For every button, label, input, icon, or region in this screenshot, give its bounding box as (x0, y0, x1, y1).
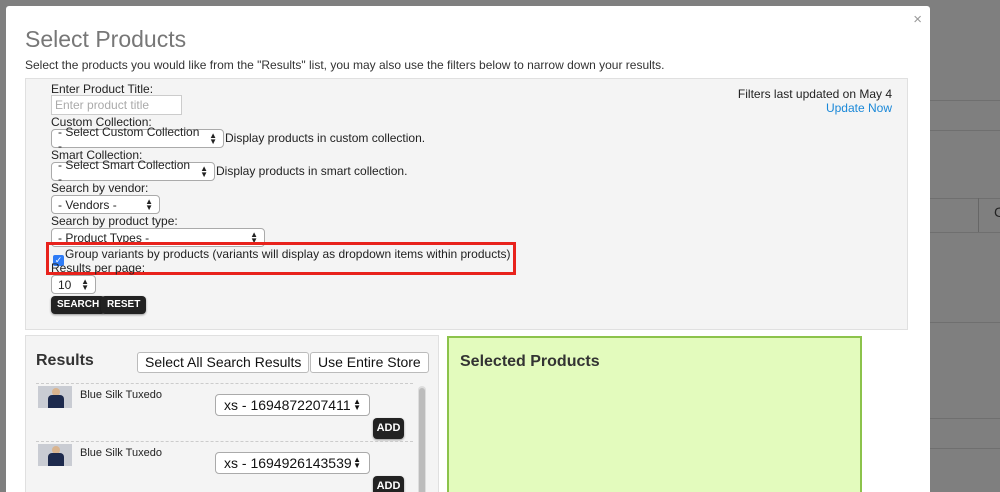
product-type-label: Search by product type: (51, 214, 178, 228)
modal-description: Select the products you would like from … (25, 58, 665, 72)
group-variants-label: Group variants by products (variants wil… (65, 247, 511, 261)
smart-collection-select[interactable]: - Select Smart Collection - ▲ ▼ (51, 158, 215, 186)
product-title-label: Enter Product Title: (51, 82, 154, 96)
bg-divider (930, 322, 1000, 323)
close-icon[interactable]: × (913, 12, 922, 27)
per-page-value: 10 (58, 277, 72, 292)
bg-divider (930, 448, 1000, 449)
select-arrows-icon: ▲ ▼ (353, 397, 361, 412)
result-product-name: Blue Silk Tuxedo (80, 447, 162, 459)
result-product-name: Blue Silk Tuxedo (80, 389, 162, 401)
variant-select[interactable]: xs - 1694872207411 ▲ ▼ (215, 394, 370, 416)
smart-collection-hint: Display products in smart collection. (216, 164, 408, 178)
select-all-results-button[interactable]: Select All Search Results (137, 352, 310, 373)
custom-collection-hint: Display products in custom collection. (225, 131, 426, 145)
result-item: Blue Silk Tuxedo xs - 1694872207411 ▲ ▼ A… (36, 383, 413, 441)
vendor-select[interactable]: - Vendors - ▲ ▼ (51, 195, 160, 214)
vendor-label: Search by vendor: (51, 181, 149, 195)
modal-title: Select Products (25, 26, 187, 52)
results-scrollbar[interactable] (418, 386, 426, 492)
use-entire-store-button[interactable]: Use Entire Store (310, 352, 429, 373)
filter-panel: Enter Product Title: Custom Collection: … (25, 78, 908, 330)
select-arrows-icon: ▲ ▼ (353, 455, 361, 470)
variant-value: xs - 1694926143539 (224, 455, 352, 471)
selected-products-panel: Selected Products (447, 336, 862, 492)
add-button[interactable]: ADD (373, 476, 404, 492)
add-button[interactable]: ADD (373, 418, 404, 439)
result-item: Blue Silk Tuxedo xs - 1694926143539 ▲ ▼ A… (36, 441, 413, 492)
product-thumbnail (38, 444, 72, 466)
select-arrows-icon: ▲ ▼ (145, 196, 153, 212)
variant-value: xs - 1694872207411 (224, 397, 351, 413)
select-arrows-icon: ▲ ▼ (200, 163, 208, 179)
reset-button[interactable]: RESET (101, 296, 147, 314)
results-title: Results (36, 352, 94, 369)
variant-select[interactable]: xs - 1694926143539 ▲ ▼ (215, 452, 370, 474)
selected-products-title: Selected Products (460, 353, 600, 370)
update-now-link[interactable]: Update Now (826, 101, 892, 115)
search-button[interactable]: SEARCH (51, 296, 106, 314)
scrollbar-thumb[interactable] (419, 388, 425, 492)
per-page-label: Results per page: (51, 261, 146, 275)
select-arrows-icon: ▲ ▼ (209, 130, 217, 146)
bg-divider (930, 198, 1000, 199)
bg-divider (930, 100, 1000, 101)
bg-table-cell (978, 198, 979, 232)
product-thumbnail (38, 386, 72, 408)
product-title-input[interactable] (51, 95, 182, 115)
vendor-value: - Vendors - (58, 197, 117, 212)
bg-cell-text: C (994, 204, 1000, 220)
bg-divider (930, 232, 1000, 233)
bg-divider (930, 130, 1000, 131)
custom-collection-select[interactable]: - Select Custom Collection - ▲ ▼ (51, 125, 224, 153)
per-page-select[interactable]: 10 ▲ ▼ (51, 275, 96, 294)
select-arrows-icon: ▲ ▼ (81, 276, 89, 292)
results-panel: Results Select All Search Results Use En… (25, 335, 439, 492)
filters-last-updated: Filters last updated on May 4 (737, 87, 892, 101)
select-products-modal: × Select Products Select the products yo… (6, 6, 930, 492)
bg-divider (930, 418, 1000, 419)
